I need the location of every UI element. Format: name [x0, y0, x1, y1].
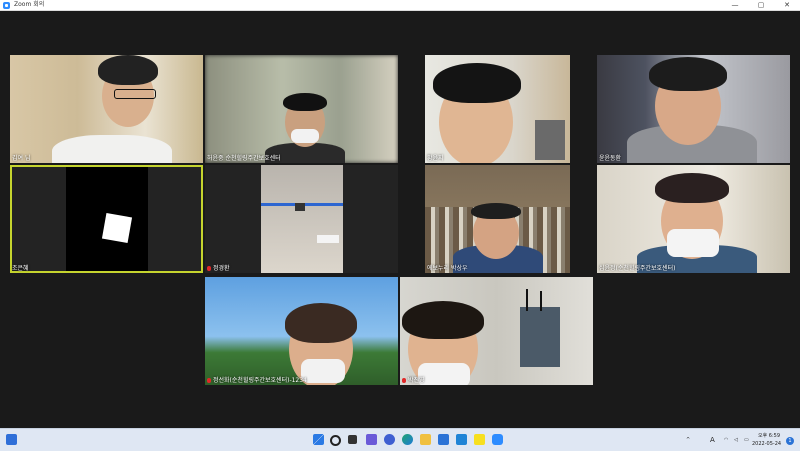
- wifi-icon[interactable]: ◠: [724, 437, 728, 443]
- mic-muted-icon: [402, 378, 406, 383]
- video-tile-p3[interactable]: 황윤지: [425, 55, 570, 163]
- maximize-button[interactable]: ▢: [748, 0, 774, 10]
- zoom-app-icon: [3, 1, 10, 9]
- chat-icon[interactable]: [384, 434, 395, 445]
- battery-icon[interactable]: ▭: [744, 437, 749, 443]
- title-bar: Zoom 회의 — ▢ ✕: [0, 0, 800, 11]
- start-icon[interactable]: [313, 434, 324, 445]
- participant-name: 박진영: [408, 377, 425, 384]
- participant-name: 정선화(순천힐링주간보호센터)-1234: [213, 377, 307, 384]
- close-button[interactable]: ✕: [774, 0, 800, 10]
- participant-name: 정경환: [213, 265, 230, 272]
- kakaotalk-icon[interactable]: [474, 434, 485, 445]
- video-tile-p9[interactable]: 정선화(순천힐링주간보호센터)-1234: [205, 277, 398, 385]
- store-icon[interactable]: [438, 434, 449, 445]
- video-tile-p10[interactable]: 박진영: [400, 277, 593, 385]
- participant-name: 허윤중 순천힐링주간보호센터: [207, 155, 281, 162]
- participant-name: 심윤정(순천힐링주간보호센터): [599, 265, 676, 272]
- language-indicator[interactable]: A: [710, 437, 715, 444]
- video-tile-p2[interactable]: 허윤중 순천힐링주간보호센터: [205, 55, 398, 163]
- window-title: Zoom 회의: [14, 1, 45, 8]
- zoom-icon[interactable]: [492, 434, 503, 445]
- task-view-icon[interactable]: [348, 435, 357, 444]
- video-tile-p8[interactable]: 심윤정(순천힐링주간보호센터): [597, 165, 790, 273]
- participant-name: 에보누리 박상우: [427, 265, 468, 272]
- video-tile-p6[interactable]: 정경환: [205, 165, 398, 273]
- taskbar: ^ A ◠ ◁ ▭ 오후 6:59 2022-05-24 1: [0, 428, 800, 451]
- participant-name: 김여 님: [12, 155, 31, 162]
- video-tile-p4[interactable]: 윤윤동환: [597, 55, 790, 163]
- widgets-left-icon[interactable]: [6, 434, 17, 445]
- file-explorer-icon[interactable]: [420, 434, 431, 445]
- clock-time[interactable]: 오후 6:59: [758, 433, 780, 439]
- participant-name: 윤윤동환: [599, 155, 622, 162]
- mic-muted-icon: [207, 378, 211, 383]
- tray-chevron-icon[interactable]: ^: [686, 437, 690, 443]
- clock-date[interactable]: 2022-05-24: [752, 441, 781, 447]
- mic-muted-icon: [207, 266, 211, 271]
- search-icon[interactable]: [330, 435, 341, 446]
- video-tile-p1[interactable]: 김여 님: [10, 55, 203, 163]
- notification-badge[interactable]: 1: [786, 437, 794, 445]
- mail-icon[interactable]: [456, 434, 467, 445]
- window-controls: — ▢ ✕: [722, 0, 800, 10]
- participant-name: 조은혜: [12, 265, 29, 272]
- volume-icon[interactable]: ◁: [734, 437, 738, 443]
- video-tile-p5-active-speaker[interactable]: 조은혜: [10, 165, 203, 273]
- widgets-icon[interactable]: [366, 434, 377, 445]
- participant-name: 황윤지: [427, 155, 444, 162]
- video-tile-p7[interactable]: 에보누리 박상우: [425, 165, 570, 273]
- edge-icon[interactable]: [402, 434, 413, 445]
- minimize-button[interactable]: —: [722, 0, 748, 10]
